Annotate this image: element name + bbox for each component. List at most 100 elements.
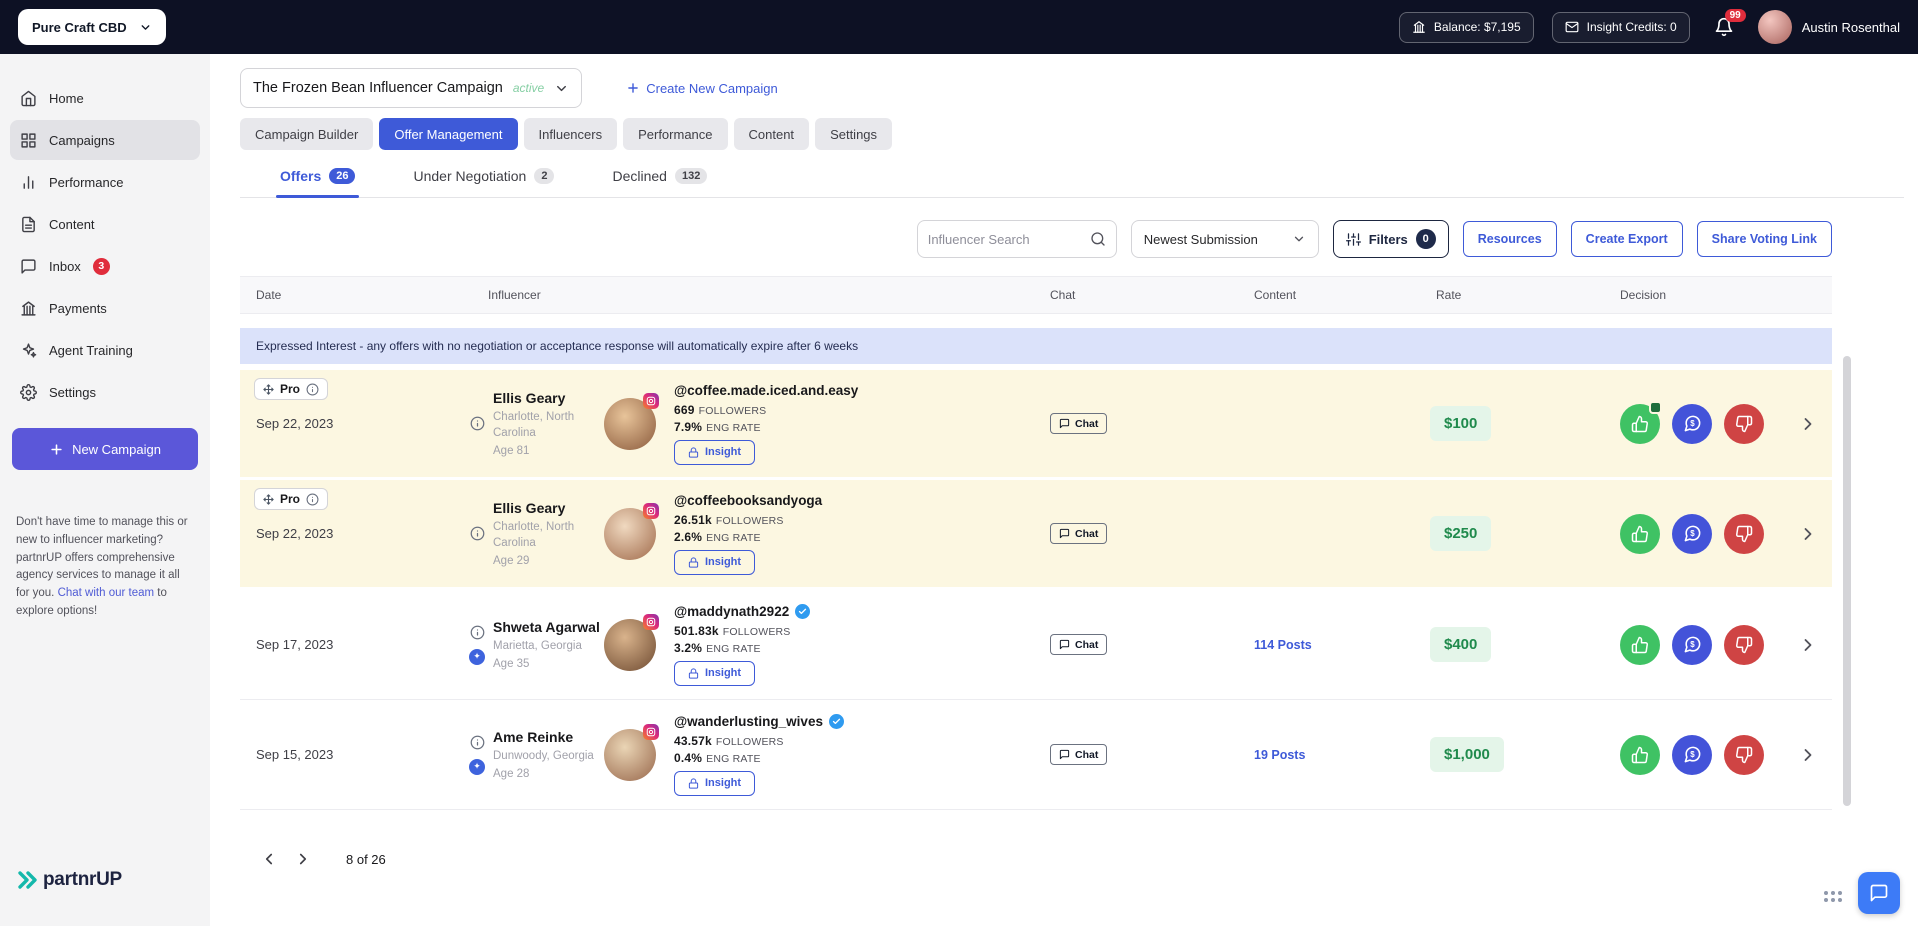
influencer-name[interactable]: Ame Reinke (493, 729, 594, 745)
create-export-button[interactable]: Create Export (1570, 221, 1683, 257)
chat-button[interactable]: Chat (1050, 413, 1108, 434)
user-name: Austin Rosenthal (1801, 19, 1900, 35)
prev-page-button[interactable] (252, 842, 286, 876)
resources-button[interactable]: Resources (1462, 221, 1557, 257)
info-icon[interactable] (470, 416, 485, 431)
sidebar-item-label: Content (49, 216, 95, 232)
tab-influencers[interactable]: Influencers (523, 118, 618, 150)
create-campaign-label: Create New Campaign (646, 80, 778, 96)
influencer-handle[interactable]: @coffeebooksandyoga (674, 493, 822, 508)
influencer-name[interactable]: Ellis Geary (493, 500, 594, 516)
influencer-name[interactable]: Shweta Agarwal (493, 619, 600, 635)
insight-button[interactable]: Insight (674, 770, 756, 796)
search-input[interactable] (927, 231, 1090, 247)
sidebar-item-agent-training[interactable]: Agent Training (10, 330, 200, 370)
search-icon[interactable] (1090, 231, 1106, 247)
thumbs-down-icon (1735, 746, 1753, 764)
sidebar-item-content[interactable]: Content (10, 204, 200, 244)
negotiate-button[interactable]: $ (1672, 734, 1712, 775)
influencer-handle[interactable]: @wanderlusting_wives (674, 714, 823, 729)
tab-offer-management[interactable]: Offer Management (379, 118, 518, 150)
sidebar-item-campaigns[interactable]: Campaigns (10, 120, 200, 160)
info-icon[interactable] (470, 625, 485, 640)
info-icon[interactable] (306, 493, 319, 506)
subtab-under-negotiation[interactable]: Under Negotiation 2 (413, 168, 555, 197)
influencer-handle[interactable]: @coffee.made.iced.and.easy (674, 383, 858, 398)
decline-button[interactable] (1724, 513, 1764, 554)
row-expand-chevron[interactable] (1798, 414, 1818, 434)
balance-button[interactable]: Balance: $7,195 (1398, 11, 1534, 43)
new-campaign-button[interactable]: New Campaign (12, 428, 198, 470)
influencer-avatar[interactable] (594, 502, 666, 560)
org-selector[interactable]: Pure Craft CBD (18, 9, 166, 45)
dollar-bubble-icon: $ (1683, 524, 1702, 543)
influencer-avatar[interactable] (594, 392, 666, 450)
table-row[interactable]: Sep 15, 2023 ✦ Ame Reinke Dunwoody, Georgia… (240, 700, 1832, 810)
approve-button[interactable] (1620, 513, 1660, 554)
chat-button[interactable]: Chat (1050, 523, 1108, 544)
sidebar-item-inbox[interactable]: Inbox 3 (10, 246, 200, 286)
influencer-avatar[interactable] (594, 613, 666, 671)
decline-button[interactable] (1724, 734, 1764, 775)
chat-button[interactable]: Chat (1050, 634, 1108, 655)
approve-button[interactable] (1620, 624, 1660, 665)
influencer-avatar[interactable] (594, 723, 666, 781)
chevron-down-icon (557, 85, 567, 91)
negotiate-button[interactable]: $ (1672, 513, 1712, 554)
table-row[interactable]: Pro Sep 22, 2023 Ellis Geary Charlotte, Nor… (240, 370, 1832, 480)
posts-link[interactable]: 19 Posts (1254, 748, 1305, 762)
notifications-button[interactable]: 99 (1714, 9, 1746, 37)
insight-button[interactable]: Insight (674, 549, 756, 575)
tab-settings[interactable]: Settings (815, 118, 893, 150)
sidebar-item-performance[interactable]: Performance (10, 162, 200, 202)
filters-button[interactable]: Filters 0 (1332, 220, 1449, 258)
sidebar-item-settings[interactable]: Settings (10, 372, 200, 412)
influencer-location: Dunwoody, Georgia (493, 749, 594, 762)
thumbs-up-icon (1631, 636, 1649, 654)
sidebar-item-payments[interactable]: Payments (10, 288, 200, 328)
row-expand-chevron[interactable] (1798, 635, 1818, 655)
chat-button[interactable]: Chat (1050, 744, 1108, 765)
tab-performance[interactable]: Performance (623, 118, 728, 150)
pro-badge[interactable]: Pro (254, 488, 329, 510)
table-scrollbar[interactable] (1843, 356, 1851, 806)
influencer-handle[interactable]: @maddynath2922 (674, 604, 789, 619)
next-page-button[interactable] (286, 842, 320, 876)
offer-date: Sep 22, 2023 (256, 416, 334, 431)
decline-button[interactable] (1724, 624, 1764, 665)
sidebar-item-home[interactable]: Home (10, 78, 200, 118)
support-chat-button[interactable] (1858, 872, 1900, 914)
chat-with-team-link[interactable]: Chat with our team (58, 587, 155, 599)
row-expand-chevron[interactable] (1798, 524, 1818, 544)
user-menu[interactable]: Austin Rosenthal (1757, 10, 1900, 44)
influencer-name[interactable]: Ellis Geary (493, 390, 594, 406)
tab-campaign-builder[interactable]: Campaign Builder (240, 118, 374, 150)
sort-select[interactable]: Newest Submission (1130, 220, 1319, 258)
followers-stat: 669 FOLLOWERS (674, 402, 767, 417)
insight-button[interactable]: Insight (674, 439, 756, 465)
pro-badge[interactable]: Pro (254, 378, 329, 400)
approve-button[interactable] (1620, 734, 1660, 775)
widget-drag-handle-icon[interactable] (1824, 891, 1842, 902)
insight-button[interactable]: Insight (674, 660, 756, 686)
info-icon[interactable] (470, 526, 485, 541)
row-expand-chevron[interactable] (1798, 745, 1818, 765)
decline-button[interactable] (1724, 403, 1764, 444)
negotiate-button[interactable]: $ (1672, 624, 1712, 665)
subtab-offers[interactable]: Offers 26 (275, 168, 360, 198)
influencer-search[interactable] (916, 220, 1117, 258)
share-voting-link-button[interactable]: Share Voting Link (1696, 221, 1832, 257)
table-row[interactable]: Sep 17, 2023 ✦ Shweta Agarwal Marietta, Geo… (240, 590, 1832, 700)
subtab-declined[interactable]: Declined 132 (612, 168, 708, 197)
tab-content[interactable]: Content (733, 118, 810, 150)
campaign-selector[interactable]: The Frozen Bean Influencer Campaign acti… (240, 68, 583, 108)
table-row[interactable]: Pro Sep 22, 2023 Ellis Geary Charlotte, Nor… (240, 480, 1832, 590)
negotiate-button[interactable]: $ (1672, 403, 1712, 444)
info-icon[interactable] (306, 383, 319, 396)
approve-button[interactable] (1620, 400, 1662, 444)
create-campaign-button[interactable]: Create New Campaign (626, 81, 778, 96)
posts-link[interactable]: 114 Posts (1254, 638, 1312, 652)
insight-credits-button[interactable]: Insight Credits: 0 (1551, 11, 1690, 43)
instagram-icon (643, 613, 659, 630)
info-icon[interactable] (470, 735, 485, 750)
